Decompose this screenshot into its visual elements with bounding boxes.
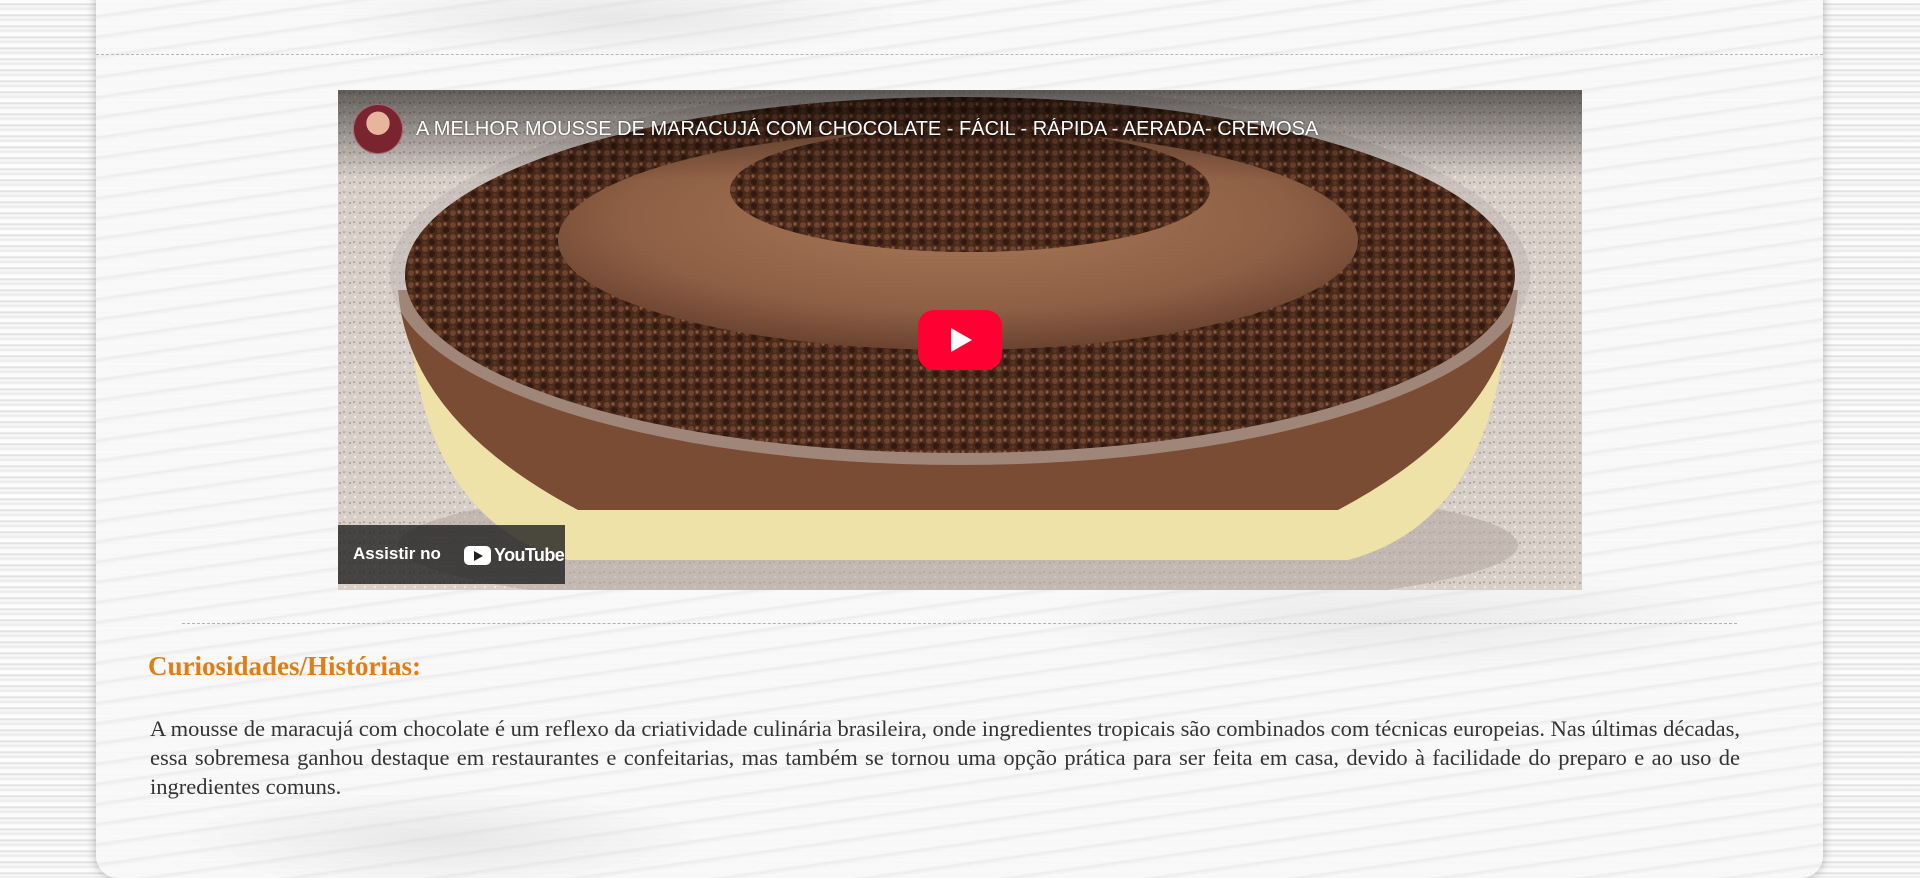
section-heading: Curiosidades/Histórias: [148,651,422,681]
video-title[interactable]: A MELHOR MOUSSE DE MARACUJÁ COM CHOCOLAT… [416,118,1416,141]
channel-avatar[interactable] [353,104,403,154]
video-title-bar: A MELHOR MOUSSE DE MARACUJÁ COM CHOCOLAT… [338,90,1582,180]
play-icon [951,328,972,352]
top-divider [96,54,1823,55]
video-embed[interactable]: A MELHOR MOUSSE DE MARACUJÁ COM CHOCOLAT… [338,90,1582,590]
watch-on-youtube-button[interactable]: Assistir no YouTube [338,525,565,584]
body-paragraph: A mousse de maracujá com chocolate é um … [150,716,1740,799]
youtube-wordmark: YouTube [494,545,565,565]
watch-on-label: Assistir no [353,544,441,563]
youtube-play-icon [464,546,491,565]
section-divider [182,623,1737,624]
play-button[interactable] [918,310,1002,370]
